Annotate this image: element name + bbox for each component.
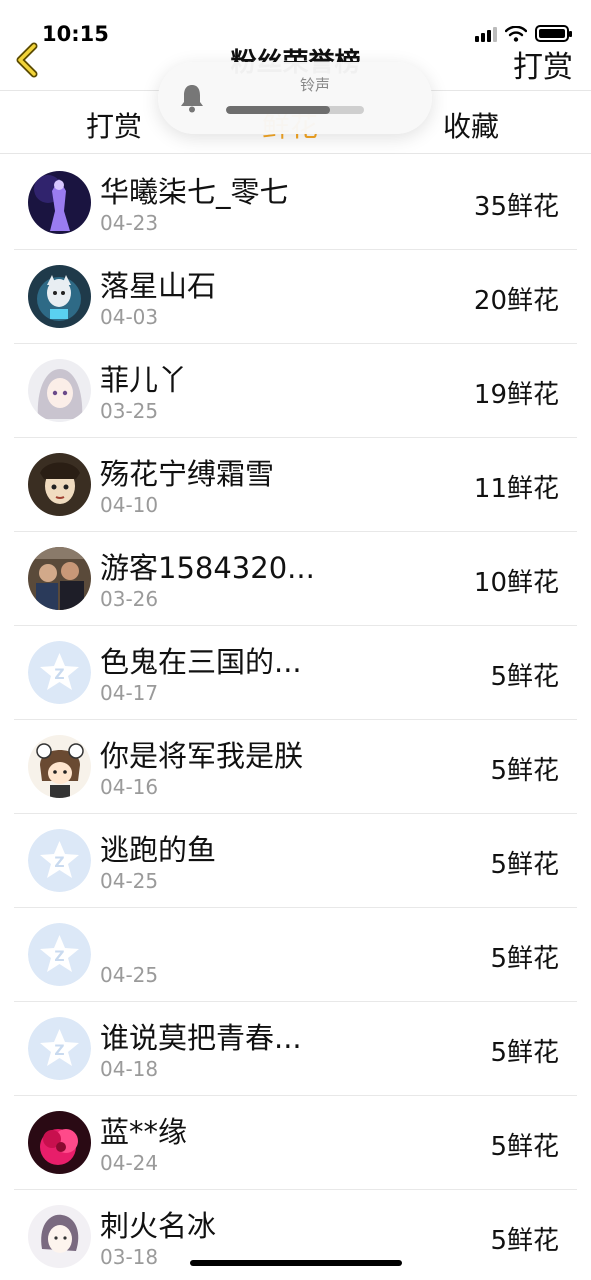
- tab-favorites[interactable]: 收藏: [443, 105, 499, 145]
- svg-text:Z: Z: [54, 667, 64, 683]
- user-name: 逃跑的鱼: [100, 833, 217, 867]
- flower-count: 5鲜花: [490, 1038, 559, 1068]
- volume-slider[interactable]: [226, 106, 364, 114]
- avatar[interactable]: [28, 1205, 91, 1268]
- avatar[interactable]: [28, 453, 91, 516]
- flower-count: 5鲜花: [490, 662, 559, 692]
- user-name: 刺火名冰: [100, 1209, 217, 1243]
- flower-count: 5鲜花: [490, 756, 559, 786]
- flower-count: 20鲜花: [473, 286, 559, 316]
- user-name: 游客1584320...: [100, 551, 315, 585]
- tip-button[interactable]: 打赏: [513, 42, 573, 86]
- user-name: 殇花宁缚霜雪: [100, 457, 275, 491]
- svg-text:Z: Z: [54, 949, 64, 965]
- flower-count: 11鲜花: [473, 474, 559, 504]
- flower-count: 19鲜花: [473, 380, 559, 410]
- tab-tips[interactable]: 打赏: [86, 105, 142, 145]
- flower-count: 5鲜花: [490, 944, 559, 974]
- home-indicator[interactable]: [190, 1260, 402, 1266]
- list-item[interactable]: Z 谁说莫把青春... 04-18 5鲜花: [0, 1001, 591, 1095]
- date-label: 03-25: [100, 399, 159, 423]
- user-name: 华曦柒七_零七: [100, 175, 289, 209]
- flower-count: 5鲜花: [490, 1132, 559, 1162]
- user-name: 落星山石: [100, 269, 217, 303]
- list-item[interactable]: 你是将军我是朕 04-16 5鲜花: [0, 719, 591, 813]
- avatar[interactable]: [28, 735, 91, 798]
- avatar[interactable]: [28, 547, 91, 610]
- date-label: 03-18: [100, 1245, 159, 1269]
- list-item[interactable]: Z 04-25 5鲜花: [0, 907, 591, 1001]
- date-label: 04-25: [100, 963, 159, 987]
- svg-text:Z: Z: [54, 1043, 64, 1059]
- user-name: 你是将军我是朕: [100, 739, 304, 773]
- volume-hud: 铃声: [158, 62, 432, 134]
- volume-label: 铃声: [299, 76, 330, 94]
- user-name: 菲儿丫: [100, 363, 188, 397]
- flower-count: 35鲜花: [473, 192, 559, 222]
- list-item[interactable]: 刺火名冰 03-18 5鲜花: [0, 1189, 591, 1280]
- list-item[interactable]: 菲儿丫 03-25 19鲜花: [0, 343, 591, 437]
- fan-list: 华曦柒七_零七 04-23 35鲜花落星山石 04-03 20鲜花菲儿丫 03-25 19鲜…: [0, 155, 591, 1280]
- svg-text:Z: Z: [54, 855, 64, 871]
- avatar[interactable]: Z: [28, 1017, 91, 1080]
- date-label: 03-26: [100, 587, 159, 611]
- user-name: 谁说莫把青春...: [100, 1021, 302, 1055]
- date-label: 04-17: [100, 681, 159, 705]
- user-name: 蓝**缘: [100, 1115, 188, 1149]
- flower-count: 10鲜花: [473, 568, 559, 598]
- list-item[interactable]: 蓝**缘 04-24 5鲜花: [0, 1095, 591, 1189]
- list-item[interactable]: 华曦柒七_零七 04-23 35鲜花: [0, 155, 591, 249]
- flower-count: 5鲜花: [490, 850, 559, 880]
- list-item[interactable]: Z 逃跑的鱼 04-25 5鲜花: [0, 813, 591, 907]
- date-label: 04-25: [100, 869, 159, 893]
- avatar[interactable]: [28, 1111, 91, 1174]
- list-item[interactable]: 殇花宁缚霜雪 04-10 11鲜花: [0, 437, 591, 531]
- avatar[interactable]: Z: [28, 923, 91, 986]
- date-label: 04-16: [100, 775, 159, 799]
- avatar[interactable]: [28, 265, 91, 328]
- avatar[interactable]: Z: [28, 641, 91, 704]
- flower-count: 5鲜花: [490, 1226, 559, 1256]
- user-name: 色鬼在三国的...: [100, 645, 302, 679]
- date-label: 04-23: [100, 211, 159, 235]
- avatar[interactable]: [28, 359, 91, 422]
- list-item[interactable]: 游客1584320... 03-26 10鲜花: [0, 531, 591, 625]
- list-item[interactable]: Z 色鬼在三国的... 04-17 5鲜花: [0, 625, 591, 719]
- avatar[interactable]: Z: [28, 829, 91, 892]
- date-label: 04-03: [100, 305, 159, 329]
- avatar[interactable]: [28, 171, 91, 234]
- date-label: 04-10: [100, 493, 159, 517]
- date-label: 04-24: [100, 1151, 159, 1175]
- date-label: 04-18: [100, 1057, 159, 1081]
- volume-level: [226, 106, 330, 114]
- list-item[interactable]: 落星山石 04-03 20鲜花: [0, 249, 591, 343]
